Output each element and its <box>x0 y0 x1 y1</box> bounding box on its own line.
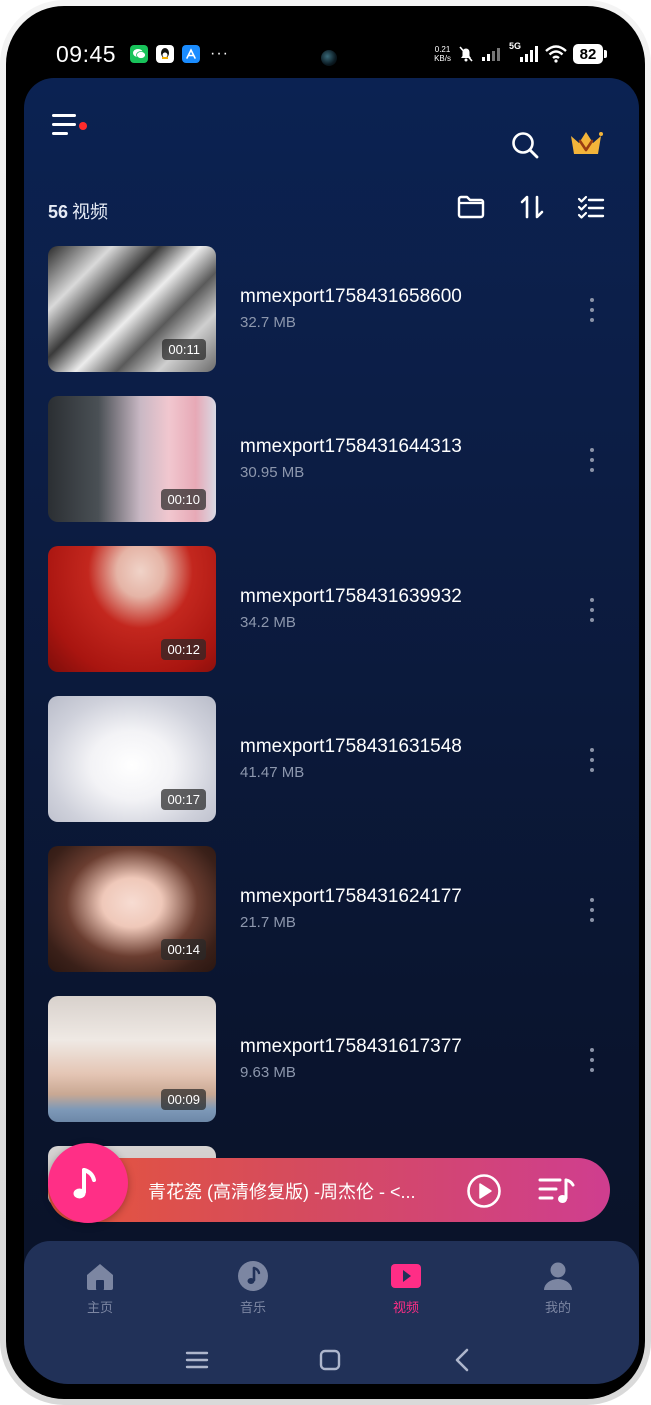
video-list-item[interactable]: 00:09 mmexport1758431617377 9.63 MB <box>24 996 639 1122</box>
video-icon <box>391 1264 421 1288</box>
front-camera <box>321 50 337 66</box>
tab-video[interactable]: 视频 <box>366 1259 446 1319</box>
network-speed: 0.21 KB/s <box>434 45 451 63</box>
more-options-icon[interactable] <box>582 1046 602 1074</box>
video-size: 21.7 MB <box>240 914 296 931</box>
music-icon <box>238 1261 268 1291</box>
more-options-icon[interactable] <box>582 896 602 924</box>
video-title: mmexport1758431617377 <box>240 1036 462 1057</box>
menu-icon[interactable] <box>52 114 82 140</box>
video-title: mmexport1758431639932 <box>240 586 462 607</box>
video-thumbnail[interactable]: 00:10 <box>48 396 216 522</box>
now-playing-title[interactable]: 青花瓷 (高清修复版) -周杰伦 - <... <box>148 1178 448 1204</box>
video-thumbnail[interactable]: 00:09 <box>48 996 216 1122</box>
tab-home[interactable]: 主页 <box>60 1259 140 1319</box>
more-notifications-icon: ··· <box>210 45 229 62</box>
video-duration: 00:17 <box>161 789 206 810</box>
video-title: mmexport1758431624177 <box>240 886 462 907</box>
bottom-navigation: 主页 音乐 视频 我的 <box>24 1241 639 1384</box>
more-options-icon[interactable] <box>582 446 602 474</box>
signal-5g-icon: 5G <box>509 41 539 63</box>
tab-home-label: 主页 <box>86 1300 113 1315</box>
video-duration: 00:14 <box>161 939 206 960</box>
video-thumbnail[interactable]: 00:17 <box>48 696 216 822</box>
appstore-icon <box>182 45 200 63</box>
system-navigation-bar <box>24 1337 639 1383</box>
video-title: mmexport1758431631548 <box>240 736 462 757</box>
back-icon[interactable] <box>448 1345 478 1375</box>
video-size: 34.2 MB <box>240 614 296 631</box>
battery-icon: 82 <box>573 44 607 64</box>
video-library-app: 56 视频 00:11 mmexport1758431658600 32.7 M… <box>24 78 639 1384</box>
folder-icon[interactable] <box>456 192 486 222</box>
wifi-icon <box>545 45 567 63</box>
mini-player[interactable]: 青花瓷 (高清修复版) -周杰伦 - <... <box>48 1143 610 1223</box>
mute-icon <box>459 46 473 62</box>
tab-music-label: 音乐 <box>239 1300 266 1315</box>
video-thumbnail[interactable]: 00:12 <box>48 546 216 672</box>
list-toolbar: 56 视频 <box>24 188 639 228</box>
notification-dot <box>79 122 87 130</box>
network-speed-value: 0.21 <box>434 45 451 54</box>
video-thumbnail[interactable]: 00:11 <box>48 246 216 372</box>
video-title: mmexport1758431658600 <box>240 286 462 307</box>
more-options-icon[interactable] <box>582 746 602 774</box>
app-header <box>24 78 639 174</box>
signal-1-icon <box>482 48 500 61</box>
video-size: 9.63 MB <box>240 1064 296 1081</box>
search-icon[interactable] <box>510 130 540 160</box>
video-duration: 00:09 <box>161 1089 206 1110</box>
more-options-icon[interactable] <box>582 296 602 324</box>
sort-icon[interactable] <box>517 192 547 222</box>
play-circle-icon[interactable] <box>466 1173 502 1209</box>
video-thumbnail[interactable]: 00:14 <box>48 846 216 972</box>
screen: 09:45 ··· 0.21 KB/s 5G 82 56 视频 00:11 mm… <box>24 24 639 1384</box>
video-count-unit: 视频 <box>72 202 109 222</box>
now-playing-disc[interactable] <box>48 1143 128 1223</box>
tab-video-label: 视频 <box>392 1300 419 1315</box>
home-icon <box>87 1264 113 1290</box>
tab-profile-label: 我的 <box>544 1300 571 1315</box>
crown-icon[interactable] <box>568 126 604 160</box>
video-title: mmexport1758431644313 <box>240 436 462 457</box>
video-size: 41.47 MB <box>240 764 305 781</box>
video-size: 32.7 MB <box>240 314 296 331</box>
video-list-item[interactable]: 00:17 mmexport1758431631548 41.47 MB <box>24 696 639 822</box>
playlist-icon[interactable] <box>538 1174 578 1206</box>
network-speed-unit: KB/s <box>434 54 451 63</box>
video-list-item[interactable]: 00:11 mmexport1758431658600 32.7 MB <box>24 246 639 372</box>
video-list-item[interactable]: 00:12 mmexport1758431639932 34.2 MB <box>24 546 639 672</box>
music-note-icon <box>73 1168 96 1199</box>
notification-icons: ··· <box>130 45 229 63</box>
video-count-number: 56 <box>48 202 69 222</box>
home-button-icon[interactable] <box>315 1345 345 1375</box>
status-time: 09:45 <box>56 41 117 67</box>
tab-music[interactable]: 音乐 <box>213 1259 293 1319</box>
video-duration: 00:10 <box>161 489 206 510</box>
phone-bezel: 09:45 ··· 0.21 KB/s 5G 82 56 视频 00:11 mm… <box>6 6 645 1399</box>
wechat-icon <box>130 45 148 63</box>
recent-apps-icon[interactable] <box>182 1345 212 1375</box>
video-duration: 00:12 <box>161 639 206 660</box>
phone-frame: 09:45 ··· 0.21 KB/s 5G 82 56 视频 00:11 mm… <box>0 0 651 1405</box>
qq-icon <box>156 45 174 63</box>
status-bar: 09:45 ··· 0.21 KB/s 5G 82 <box>24 24 639 86</box>
more-options-icon[interactable] <box>582 596 602 624</box>
video-duration: 00:11 <box>162 339 206 360</box>
checklist-icon[interactable] <box>576 192 606 222</box>
video-list-item[interactable]: 00:10 mmexport1758431644313 30.95 MB <box>24 396 639 522</box>
video-size: 30.95 MB <box>240 464 305 481</box>
user-icon <box>544 1262 572 1290</box>
system-icons: 0.21 KB/s 5G 82 <box>434 41 607 64</box>
video-count: 56 视频 <box>48 198 108 224</box>
tab-profile[interactable]: 我的 <box>518 1259 598 1319</box>
video-list-item[interactable]: 00:14 mmexport1758431624177 21.7 MB <box>24 846 639 972</box>
